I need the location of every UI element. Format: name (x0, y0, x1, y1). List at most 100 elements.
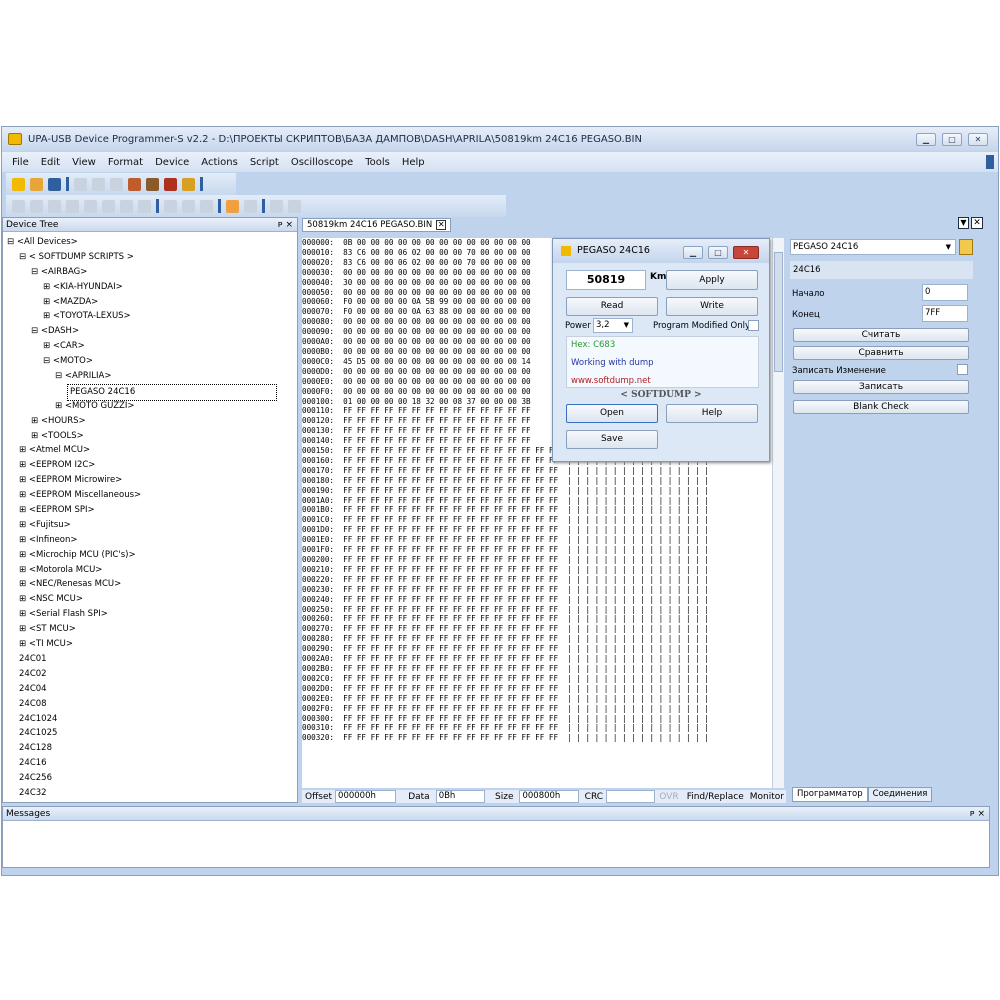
close-tab-icon[interactable]: ✕ (436, 220, 447, 230)
hex-row[interactable]: 0001C0: FF FF FF FF FF FF FF FF FF FF FF… (302, 515, 772, 525)
find-replace-button[interactable]: Find/Replace (687, 792, 744, 802)
tree-item[interactable]: ⊞ <NEC/Renesas MCU> (7, 577, 277, 592)
hex-row[interactable]: 000240: FF FF FF FF FF FF FF FF FF FF FF… (302, 595, 772, 605)
tree-item[interactable]: ⊞ <CAR> (7, 339, 277, 354)
hex-row[interactable]: 000250: FF FF FF FF FF FF FF FF FF FF FF… (302, 605, 772, 615)
new-icon[interactable] (12, 177, 25, 191)
site-link[interactable]: www.softdump.net (571, 376, 651, 386)
tree-item[interactable]: ⊞ <ST MCU> (7, 622, 277, 637)
tree-item[interactable]: 24C256 (7, 771, 277, 786)
panel-menu-icon[interactable]: ▼ (958, 217, 969, 229)
device-select[interactable]: PEGASO 24C16 ▼ (790, 239, 956, 255)
hex-row[interactable]: 000320: FF FF FF FF FF FF FF FF FF FF FF… (302, 733, 772, 743)
hex-row[interactable]: 0001F0: FF FF FF FF FF FF FF FF FF FF FF… (302, 545, 772, 555)
menu-actions[interactable]: Actions (201, 157, 238, 168)
write-change-checkbox[interactable] (957, 364, 968, 375)
start-field[interactable]: 0 (922, 284, 968, 301)
tree-item[interactable]: ⊞ <Infineon> (7, 533, 277, 548)
blank-check-button[interactable]: Blank Check (793, 400, 969, 414)
read-button[interactable]: Read (566, 297, 658, 316)
tree-item[interactable]: ⊞ <Motorola MCU> (7, 563, 277, 578)
end-field[interactable]: 7FF (922, 305, 968, 322)
hex-row[interactable]: 000210: FF FF FF FF FF FF FF FF FF FF FF… (302, 565, 772, 575)
tree-item[interactable]: 24C08 (7, 697, 277, 712)
hex-row[interactable]: 0002E0: FF FF FF FF FF FF FF FF FF FF FF… (302, 694, 772, 704)
crc-field[interactable] (606, 790, 656, 803)
hex-scroll-thumb[interactable] (774, 252, 783, 372)
tab-connections[interactable]: Соединения (867, 787, 933, 802)
tree-item[interactable]: ⊟ <DASH> (7, 324, 277, 339)
hex-row[interactable]: 000260: FF FF FF FF FF FF FF FF FF FF FF… (302, 614, 772, 624)
dialog-minimize-button[interactable]: ▁ (683, 246, 703, 259)
hex-row[interactable]: 000170: FF FF FF FF FF FF FF FF FF FF FF… (302, 466, 772, 476)
tree-item[interactable]: ⊞ <Microchip MCU (PIC's)> (7, 548, 277, 563)
tree-item[interactable]: 24C128 (7, 741, 277, 756)
panel-pin-icon[interactable]: ᴘ × (278, 218, 293, 232)
read-chip-button[interactable]: Считать (793, 328, 969, 342)
offset-field[interactable]: 000000h (335, 790, 397, 803)
tree-item[interactable]: ⊞ <MOTO GUZZI> (7, 399, 277, 414)
hex-row[interactable]: 0002C0: FF FF FF FF FF FF FF FF FF FF FF… (302, 674, 772, 684)
tree-item[interactable]: 24C02 (7, 667, 277, 682)
panel-close-icon[interactable]: ✕ (971, 217, 983, 229)
km-input[interactable]: 50819 (566, 270, 646, 290)
hex-row[interactable]: 000230: FF FF FF FF FF FF FF FF FF FF FF… (302, 585, 772, 595)
dialog-close-button[interactable]: ✕ (733, 246, 759, 259)
messages-pin-icon[interactable]: ᴘ × (970, 807, 985, 821)
monitor-button[interactable]: Monitor (750, 792, 784, 802)
copy-icon[interactable] (92, 177, 105, 191)
tree-item[interactable]: 24C01 (7, 652, 277, 667)
tree-item[interactable]: 24C1025 (7, 726, 277, 741)
tree-item[interactable]: ⊞ <EEPROM SPI> (7, 503, 277, 518)
close-button[interactable]: ✕ (968, 133, 988, 146)
tree-item[interactable]: ⊞ <TOYOTA-LEXUS> (7, 309, 277, 324)
tree-item[interactable]: ⊟ <All Devices> (7, 235, 277, 250)
menu-oscilloscope[interactable]: Oscilloscope (291, 157, 353, 168)
write-icon[interactable] (182, 199, 195, 213)
menu-help[interactable]: Help (402, 157, 425, 168)
script-edit-icon[interactable] (244, 199, 257, 213)
menu-device[interactable]: Device (155, 157, 189, 168)
stop-icon[interactable] (288, 199, 301, 213)
data-field[interactable]: 0Bh (435, 790, 485, 803)
bug-icon[interactable] (164, 177, 177, 191)
tree-item[interactable]: PEGASO 24C16 (7, 383, 277, 401)
hex-row[interactable]: 0002F0: FF FF FF FF FF FF FF FF FF FF FF… (302, 704, 772, 714)
hex-row[interactable]: 000180: FF FF FF FF FF FF FF FF FF FF FF… (302, 476, 772, 486)
tree-item[interactable]: ⊞ <TI MCU> (7, 637, 277, 652)
maximize-button[interactable]: □ (942, 133, 962, 146)
hex-row[interactable]: 000270: FF FF FF FF FF FF FF FF FF FF FF… (302, 624, 772, 634)
editor-tab[interactable]: 50819km 24C16 PEGASO.BIN ✕ (302, 218, 452, 232)
erase-icon[interactable] (48, 199, 61, 213)
dialog-maximize-button[interactable]: □ (708, 246, 728, 259)
script-icon[interactable] (182, 177, 195, 191)
menu-script[interactable]: Script (250, 157, 279, 168)
tree-item[interactable]: ⊞ <EEPROM I2C> (7, 458, 277, 473)
chip-icon[interactable] (146, 177, 159, 191)
tree-item[interactable]: ⊞ <NSC MCU> (7, 592, 277, 607)
script-run-icon[interactable] (226, 199, 239, 213)
save-button[interactable]: Save (566, 430, 658, 449)
nav-last-icon[interactable] (120, 199, 133, 213)
tree-item[interactable]: 24C16 (7, 756, 277, 771)
menu-tools[interactable]: Tools (365, 157, 390, 168)
tree-item[interactable]: ⊞ <EEPROM Microwire> (7, 473, 277, 488)
tree-item[interactable]: ⊞ <Fujitsu> (7, 518, 277, 533)
save-icon[interactable] (48, 177, 61, 191)
verify-icon[interactable] (30, 199, 43, 213)
tree-item[interactable]: ⊞ <Serial Flash SPI> (7, 607, 277, 622)
tab-programmer[interactable]: Программатор (792, 787, 868, 802)
size-field[interactable]: 000800h (519, 790, 579, 803)
open-script-icon[interactable] (959, 239, 973, 255)
hex-row[interactable]: 0002B0: FF FF FF FF FF FF FF FF FF FF FF… (302, 664, 772, 674)
menu-view[interactable]: View (72, 157, 96, 168)
tree-item[interactable]: ⊞ <EEPROM Miscellaneous> (7, 488, 277, 503)
tree-item[interactable]: ⊞ <Atmel MCU> (7, 443, 277, 458)
minimize-button[interactable]: ▁ (916, 133, 936, 146)
hex-scrollbar[interactable] (772, 238, 784, 788)
hex-row[interactable]: 000190: FF FF FF FF FF FF FF FF FF FF FF… (302, 486, 772, 496)
hex-row[interactable]: 0001D0: FF FF FF FF FF FF FF FF FF FF FF… (302, 525, 772, 535)
hex-row[interactable]: 0002A0: FF FF FF FF FF FF FF FF FF FF FF… (302, 654, 772, 664)
hex-row[interactable]: 0001B0: FF FF FF FF FF FF FF FF FF FF FF… (302, 505, 772, 515)
compare-button[interactable]: Сравнить (793, 346, 969, 360)
